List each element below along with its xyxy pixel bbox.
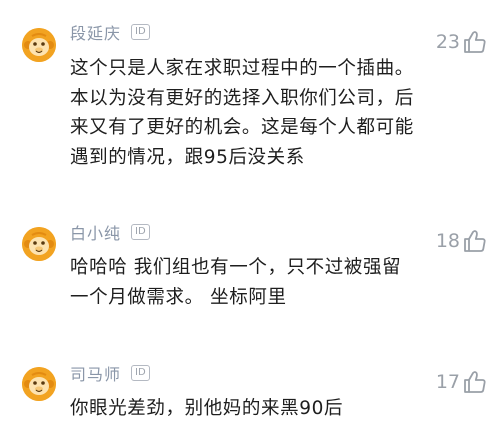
user-avatar[interactable] xyxy=(22,28,56,62)
like-button[interactable]: 23 xyxy=(436,29,488,55)
like-button[interactable]: 17 xyxy=(436,369,488,395)
user-avatar[interactable] xyxy=(22,367,56,401)
user-avatar[interactable] xyxy=(22,227,56,261)
id-badge: ID xyxy=(131,24,150,40)
comment-text: 你眼光差劲，别他妈的来黑90后 xyxy=(70,398,344,419)
thumbs-up-icon xyxy=(462,369,488,395)
monkey-avatar-icon xyxy=(22,367,56,401)
thumbs-up-icon xyxy=(462,29,488,55)
author-name[interactable]: 白小纯 xyxy=(70,220,121,244)
comment-text: 这个只是人家在求职过程中的一个插曲。本以为没有更好的选择入职你们公司，后来又有了… xyxy=(70,58,414,168)
id-badge: ID xyxy=(131,224,150,240)
like-count: 23 xyxy=(435,31,460,53)
like-button[interactable]: 18 xyxy=(436,228,488,254)
thumbs-up-icon xyxy=(462,228,488,254)
like-count: 18 xyxy=(435,230,460,252)
monkey-avatar-icon xyxy=(22,227,56,261)
monkey-avatar-icon xyxy=(22,28,56,62)
author-name[interactable]: 段延庆 xyxy=(70,20,121,44)
comment-text: 哈哈哈 我们组也有一个，只不过被强留一个月做需求。 坐标阿里 xyxy=(70,257,402,308)
author-name[interactable]: 司马师 xyxy=(70,361,121,385)
id-badge: ID xyxy=(131,365,150,381)
like-count: 17 xyxy=(435,371,460,393)
